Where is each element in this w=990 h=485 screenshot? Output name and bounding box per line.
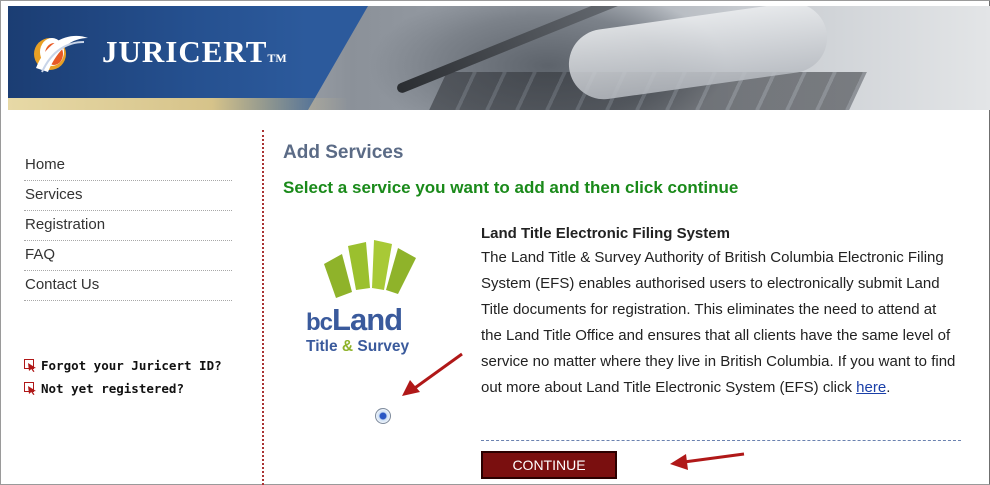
- arrow-cursor-icon: [24, 358, 36, 372]
- brand-name: JURICERTTM: [102, 34, 287, 69]
- bc-land-title-survey-logo: bcLand Title & Survey: [300, 232, 435, 362]
- juricert-logo[interactable]: JURICERTTM: [28, 28, 288, 78]
- logo-subtitle: Title & Survey: [306, 338, 410, 355]
- forgot-id-label: Forgot your Juricert ID?: [41, 357, 222, 373]
- service-title: Land Title Electronic Filing System: [481, 225, 730, 242]
- sidebar-links: Forgot your Juricert ID? Not yet registe…: [24, 355, 244, 401]
- page-subtitle: Select a service you want to add and the…: [283, 178, 739, 197]
- annotation-arrow-icon: [670, 452, 745, 470]
- service-description-text: The Land Title & Survey Authority of Bri…: [481, 249, 956, 396]
- trademark: TM: [267, 51, 287, 65]
- nav-item-faq[interactable]: FAQ: [24, 241, 232, 271]
- forgot-id-link[interactable]: Forgot your Juricert ID?: [24, 355, 244, 375]
- arrow-cursor-icon: [24, 381, 36, 395]
- more-info-link[interactable]: here: [856, 379, 886, 396]
- logo-word: bcLand: [306, 302, 403, 337]
- nav-item-registration[interactable]: Registration: [24, 211, 232, 241]
- not-registered-label: Not yet registered?: [41, 380, 184, 396]
- page-title: Add Services: [283, 142, 404, 163]
- service-select-radio[interactable]: [375, 408, 391, 424]
- nav-item-home[interactable]: Home: [24, 151, 232, 181]
- dashed-divider: [481, 440, 961, 441]
- nav-item-services[interactable]: Services: [24, 181, 232, 211]
- juricert-swirl-icon: [34, 35, 88, 73]
- header-banner: JURICERTTM: [8, 6, 990, 110]
- logo-tiles-icon: [324, 240, 416, 298]
- not-registered-link[interactable]: Not yet registered?: [24, 378, 244, 398]
- sidebar-nav: Home Services Registration FAQ Contact U…: [24, 151, 232, 301]
- continue-button[interactable]: CONTINUE: [481, 451, 617, 479]
- vertical-divider: [262, 130, 264, 485]
- service-description: The Land Title & Survey Authority of Bri…: [481, 249, 956, 396]
- nav-item-contact-us[interactable]: Contact Us: [24, 271, 232, 301]
- annotation-arrow-icon: [402, 352, 463, 396]
